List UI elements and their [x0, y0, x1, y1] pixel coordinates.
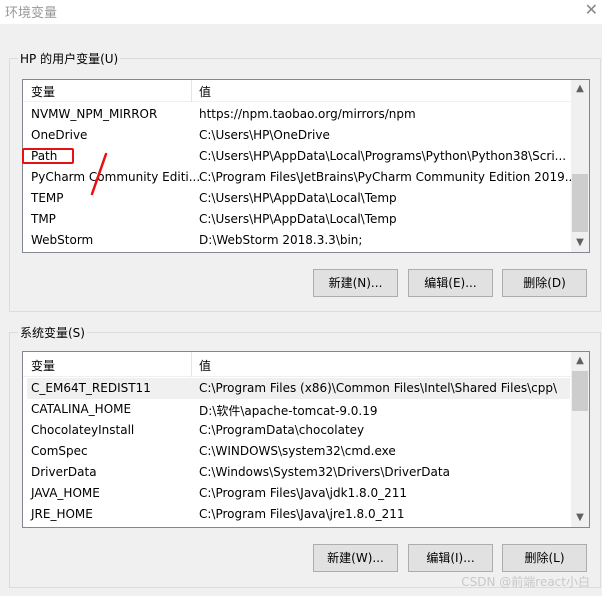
column-header-variable[interactable]: 变量	[31, 83, 55, 100]
scroll-up-icon[interactable]: ▲	[571, 80, 589, 98]
variable-name: TMP	[31, 212, 56, 226]
watermark: CSDN @前端react小白	[461, 575, 590, 589]
variable-value: C:\Users\HP\AppData\Local\Programs\Pytho…	[199, 149, 567, 163]
scrollbar-thumb[interactable]	[572, 174, 588, 232]
variable-value: D:\软件\apache-tomcat-9.0.19	[199, 404, 378, 418]
column-header-value[interactable]: 值	[199, 83, 211, 100]
variable-name: NVMW_NPM_MIRROR	[31, 107, 158, 121]
table-row[interactable]: ChocolateyInstall C:\ProgramData\chocolat…	[27, 420, 570, 441]
list-header: 变量 值	[23, 352, 571, 377]
table-row[interactable]: ComSpec C:\WINDOWS\system32\cmd.exe	[27, 441, 570, 462]
close-icon[interactable]: ✕	[585, 0, 598, 19]
table-row[interactable]: C_EM64T_REDIST11 C:\Program Files (x86)\C…	[27, 378, 570, 399]
user-variables-label: HP 的用户变量(U)	[18, 50, 121, 67]
table-row[interactable]: NVMW_NPM_MIRROR https://npm.taobao.org/mi…	[27, 104, 570, 125]
table-row[interactable]: WebStorm D:\WebStorm 2018.3.3\bin;	[27, 230, 570, 251]
column-divider[interactable]	[191, 352, 192, 377]
list-header: 变量 值	[23, 80, 571, 102]
title-bar: 环境变量 ✕	[0, 0, 602, 24]
variable-name: TEMP	[31, 191, 64, 205]
variable-name: WebStorm	[31, 233, 94, 247]
variable-value: https://npm.taobao.org/mirrors/npm	[199, 107, 416, 121]
user-delete-button[interactable]: 删除(D)	[502, 269, 587, 297]
variable-value: C:\Program Files\Java\jre1.8.0_211	[199, 507, 405, 521]
table-row[interactable]: OneDrive C:\Users\HP\OneDrive	[27, 125, 570, 146]
window-title: 环境变量	[5, 6, 58, 21]
table-row[interactable]: CATALINA_HOME D:\软件\apache-tomcat-9.0.19	[27, 399, 570, 420]
variable-name: JAVA_HOME	[31, 486, 100, 500]
system-edit-button[interactable]: 编辑(I)...	[408, 544, 493, 572]
variable-name: PyCharm Community Editi...	[31, 170, 201, 184]
scrollbar[interactable]: ▲ ▼	[571, 80, 589, 252]
column-header-value[interactable]: 值	[199, 357, 211, 374]
annotation-pen-stroke	[90, 152, 108, 196]
table-row[interactable]: JRE_HOME C:\Program Files\Java\jre1.8.0_2…	[27, 504, 570, 525]
table-row[interactable]: TMP C:\Users\HP\AppData\Local\Temp	[27, 209, 570, 230]
variable-value: C:\Windows\System32\Drivers\DriverData	[199, 465, 450, 479]
variable-value: C:\Users\HP\AppData\Local\Temp	[199, 191, 397, 205]
system-variables-list[interactable]: 变量 值 C_EM64T_REDIST11 C:\Program Files (x…	[22, 351, 590, 528]
table-row[interactable]: JAVA_HOME C:\Program Files\Java\jdk1.8.0_…	[27, 483, 570, 504]
variable-value: C:\ProgramData\chocolatey	[199, 423, 365, 437]
scroll-up-icon[interactable]: ▲	[571, 352, 589, 370]
scroll-down-icon[interactable]: ▼	[571, 234, 589, 252]
system-delete-button[interactable]: 删除(L)	[502, 544, 587, 572]
variable-name: DriverData	[31, 465, 97, 479]
system-variables-label: 系统变量(S)	[18, 324, 87, 341]
scrollbar[interactable]: ▲ ▼	[571, 352, 589, 527]
variable-value: D:\WebStorm 2018.3.3\bin;	[199, 233, 363, 247]
variable-name: CATALINA_HOME	[31, 402, 132, 416]
annotation-highlight-box	[22, 148, 74, 164]
system-new-button[interactable]: 新建(W)...	[313, 544, 398, 572]
variable-value: C:\Users\HP\OneDrive	[199, 128, 330, 142]
variable-name: ComSpec	[31, 444, 88, 458]
variable-value: C:\Users\HP\AppData\Local\Temp	[199, 212, 397, 226]
user-edit-button[interactable]: 编辑(E)...	[408, 269, 493, 297]
column-header-variable[interactable]: 变量	[31, 357, 55, 374]
variable-name: OneDrive	[31, 128, 88, 142]
variable-value: C:\Program Files\Java\jdk1.8.0_211	[199, 486, 408, 500]
variable-name: C_EM64T_REDIST11	[31, 381, 151, 395]
user-new-button[interactable]: 新建(N)...	[313, 269, 398, 297]
column-divider[interactable]	[191, 80, 192, 102]
table-row[interactable]: DriverData C:\Windows\System32\Drivers\Dr…	[27, 462, 570, 483]
scrollbar-thumb[interactable]	[572, 371, 588, 411]
variable-name: ChocolateyInstall	[31, 423, 135, 437]
variable-name: JRE_HOME	[31, 507, 93, 521]
variable-value: C:\WINDOWS\system32\cmd.exe	[199, 444, 396, 458]
scroll-down-icon[interactable]: ▼	[571, 509, 589, 527]
variable-value: C:\Program Files (x86)\Common Files\Inte…	[199, 381, 557, 395]
variable-value: C:\Program Files\JetBrains\PyCharm Commu…	[199, 170, 580, 184]
